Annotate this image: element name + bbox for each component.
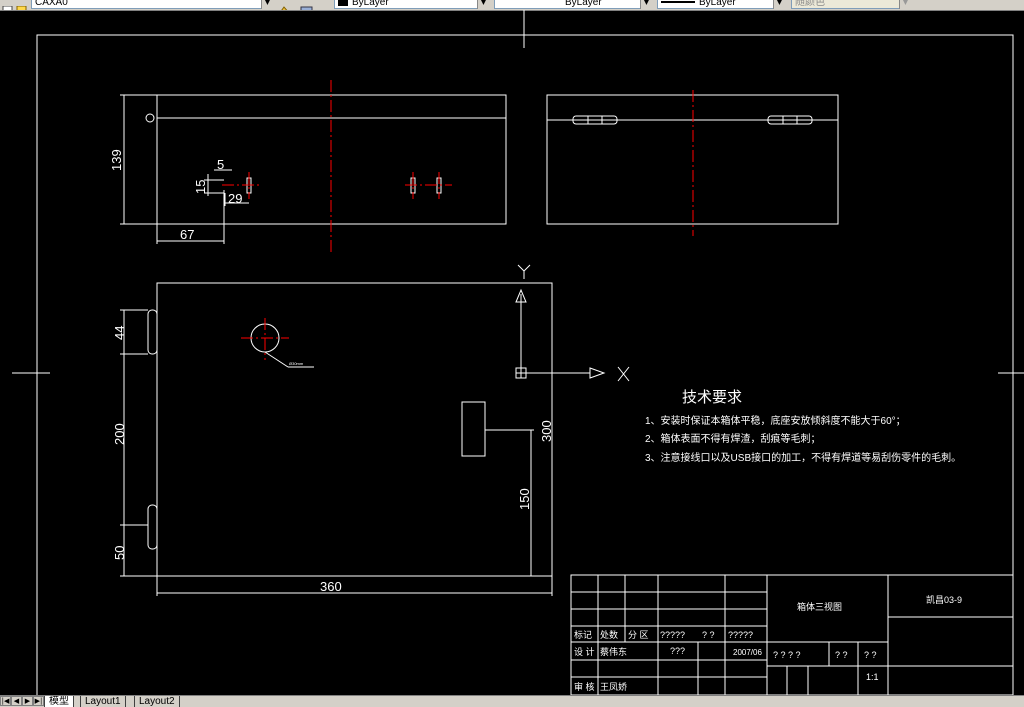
plotstyle-control-dropdown[interactable]: 随颜色 [791,0,911,9]
title-block-design-date: 2007/06 [733,648,762,657]
color-dropdown-arrow-icon[interactable]: ▼ [477,0,489,9]
tab-layout1[interactable]: Layout1 [80,696,126,707]
layout-tab-bar: |◀ ◀ ▶ ▶| 模型 Layout1 Layout2 [0,695,1024,707]
title-block-header-sign: ? ? [702,630,715,640]
tab-layout2[interactable]: Layout2 [134,696,180,707]
front-view [120,282,553,596]
lineweight-dropdown-arrow-icon[interactable]: ▼ [773,0,785,9]
tech-requirement-item: 3、注意接线口以及USB接口的加工，不得有焊道等易刮伤零件的毛刺。 [645,451,961,464]
drawing-border-frame [36,34,1014,695]
dim-67-label: 67 [180,227,194,242]
first-tab-button[interactable]: |◀ [0,696,11,706]
plotstyle-control-value: 随颜色 [795,0,825,8]
tab-model[interactable]: 模型 [44,696,74,707]
dim-5-label: 5 [217,157,224,172]
layer-visibility-icon[interactable] [16,0,28,10]
title-block-scale: 1:1 [866,672,879,682]
title-block-designer-mark: ??? [670,646,685,656]
title-block-header-zone: 分 区 [628,630,649,640]
linetype-dropdown-arrow-icon[interactable]: ▼ [640,0,652,9]
tech-requirements-title: 技术要求 [682,389,742,406]
lineweight-sample-icon [661,1,695,4]
dim-44-label: 44 [112,326,127,340]
crosshair-cursor [12,10,1024,374]
layer-name-value: CAXA0 [35,0,68,8]
color-swatch-icon [338,0,348,6]
layer-dropdown-arrow-icon[interactable]: ▼ [261,0,273,9]
title-block-header-date: ????? [728,630,753,640]
layer-dropdown[interactable]: CAXA0 [31,0,273,9]
color-control-dropdown[interactable]: ByLayer [334,0,489,9]
title-block-designer-label: 设 计 [574,646,595,657]
tech-requirement-item: 1、安装时保证本箱体平稳，底座安放倾斜度不能大于60°； [645,414,906,427]
tech-requirement-item: 2、箱体表面不得有焊渣，刮痕等毛刺； [645,432,821,445]
prev-tab-button[interactable]: ◀ [11,696,22,706]
hole-leader-note: Ø30mm [289,361,304,366]
layer-previous-icon[interactable] [300,0,313,10]
ucs-icon [515,264,630,382]
dim-139-label: 139 [109,149,124,171]
dim-29-label: 29 [228,191,242,206]
top-view-left [120,94,507,244]
title-block-stage-mark: ? ? [864,650,877,660]
make-current-layer-icon[interactable] [278,0,290,10]
last-tab-button[interactable]: ▶| [33,696,44,706]
linetype-control-value: ByLayer [565,0,602,8]
center-lines [222,80,694,360]
dim-200-label: 200 [112,423,127,445]
dim-15-label: 15 [193,180,208,194]
title-block-review-label: 审 核 [574,681,595,692]
title-block-reviewer-name: 王凤娇 [600,682,627,692]
next-tab-button[interactable]: ▶ [22,696,33,706]
dim-360-label: 360 [320,579,342,594]
title-block-stage-mark: ? ? ? ? [773,650,801,660]
layer-state-icon[interactable] [2,0,14,10]
title-block-stage-mark: ? ? [835,650,848,660]
dim-150-label: 150 [517,488,532,510]
title-block-header-doc: ????? [660,630,685,640]
title-block-drawing-number: 凯昌03-9 [926,594,962,605]
title-block-header-mark: 标记 [574,629,592,640]
dim-50-label: 50 [112,546,127,560]
lineweight-control-dropdown[interactable]: ByLayer [657,0,785,9]
linetype-control-dropdown[interactable]: ByLayer [494,0,652,9]
title-block-drawing-name: 箱体三视图 [797,601,842,612]
title-block-header-count: 处数 [600,629,618,640]
model-space-canvas[interactable]: 139 5 15 29 67 44 200 50 360 300 150 Ø30… [0,10,1024,695]
lineweight-control-value: ByLayer [699,0,736,8]
dim-300-label: 300 [539,420,554,442]
title-block-designer-name: 蔡伟东 [600,646,627,657]
plotstyle-dropdown-arrow-icon[interactable]: ▼ [899,0,911,9]
color-control-value: ByLayer [352,0,389,8]
